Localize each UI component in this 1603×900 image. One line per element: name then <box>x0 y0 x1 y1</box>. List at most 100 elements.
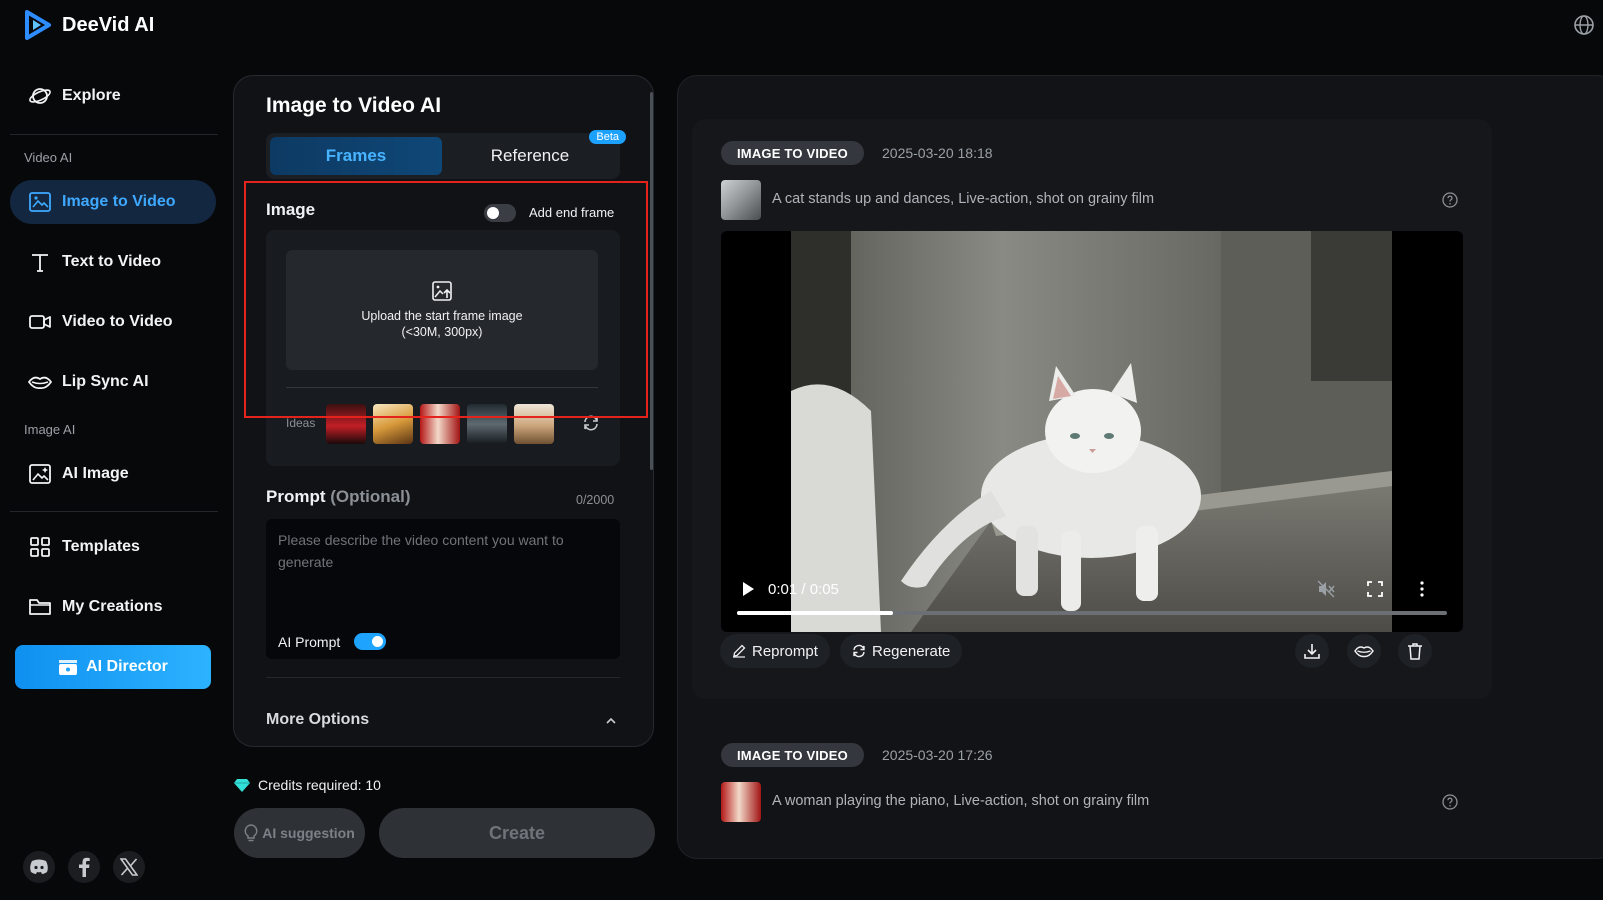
sidebar-item-label: AI Image <box>62 465 129 482</box>
result-type-badge: IMAGE TO VIDEO <box>721 141 864 165</box>
help-circle-icon[interactable] <box>1442 794 1458 810</box>
lips-icon <box>28 376 52 390</box>
reprompt-button[interactable]: Reprompt <box>720 634 830 668</box>
lightbulb-icon <box>244 824 258 842</box>
upload-instructions: Upload the start frame image (<30M, 300p… <box>361 308 522 340</box>
more-vertical-icon[interactable] <box>1413 580 1431 598</box>
lip-sync-button[interactable] <box>1347 634 1381 668</box>
result-source-thumbnail[interactable] <box>721 782 761 822</box>
upload-line-1: Upload the start frame image <box>361 309 523 323</box>
app: DeeVid AI Explore Video AI Image to Vide… <box>0 0 1603 900</box>
lips-icon <box>1354 646 1374 658</box>
sidebar-item-label: Video to Video <box>62 313 173 330</box>
ai-prompt-label: AI Prompt <box>278 634 341 650</box>
idea-thumbnail-piano[interactable] <box>420 404 460 444</box>
help-circle-icon[interactable] <box>1442 192 1458 208</box>
result-prompt-text: A woman playing the piano, Live-action, … <box>772 793 1150 809</box>
discord-icon <box>30 859 48 874</box>
result-source-thumbnail[interactable] <box>721 180 761 220</box>
sidebar-item-ai-image[interactable]: AI Image <box>10 452 216 496</box>
sidebar-item-label: Explore <box>62 87 121 104</box>
facebook-link[interactable] <box>68 851 100 883</box>
idea-thumbnail-woman-red[interactable] <box>326 404 366 444</box>
upload-start-frame-dropzone[interactable]: Upload the start frame image (<30M, 300p… <box>286 250 598 370</box>
sidebar-item-templates[interactable]: Templates <box>10 525 216 569</box>
image-section-label: Image <box>266 200 316 219</box>
download-button[interactable] <box>1295 634 1329 668</box>
discord-link[interactable] <box>23 851 55 883</box>
prompt-label: Prompt (Optional) <box>266 487 411 507</box>
idea-thumbnail-animal[interactable] <box>467 404 507 444</box>
refresh-ideas-icon[interactable] <box>582 414 600 432</box>
ai-prompt-toggle[interactable] <box>354 633 386 650</box>
upload-divider <box>286 387 598 388</box>
prompt-input[interactable] <box>278 529 608 609</box>
diamond-icon <box>234 779 250 792</box>
chevron-up-icon[interactable] <box>604 716 618 726</box>
form-scrollbar[interactable] <box>650 92 653 470</box>
result-type-badge: IMAGE TO VIDEO <box>721 743 864 767</box>
video-controls: 0:01 / 0:05 <box>721 562 1463 632</box>
credits-text: Credits required: 10 <box>258 777 381 793</box>
image-video-icon <box>29 192 51 212</box>
regenerate-label: Regenerate <box>872 642 951 660</box>
x-icon <box>120 858 138 876</box>
idea-thumbnail-portrait[interactable] <box>514 404 554 444</box>
add-end-frame-label: Add end frame <box>529 205 615 220</box>
facebook-icon <box>79 857 90 877</box>
sidebar-section-image: Image AI <box>24 422 76 437</box>
sidebar-item-label: Lip Sync AI <box>62 373 149 390</box>
x-link[interactable] <box>113 851 145 883</box>
prompt-optional-text: (Optional) <box>330 487 411 506</box>
video-time: 0:01 / 0:05 <box>768 581 839 598</box>
tab-reference[interactable]: Reference <box>444 137 616 175</box>
prompt-box: AI Prompt <box>266 519 620 659</box>
globe-icon[interactable] <box>1573 14 1595 36</box>
result-prompt-text: A cat stands up and dances, Live-action,… <box>772 191 1155 207</box>
ai-director-label: AI Director <box>86 658 168 675</box>
grid-icon <box>30 537 50 557</box>
sidebar-item-lip-sync[interactable]: Lip Sync AI <box>10 360 216 404</box>
download-icon <box>1304 644 1320 659</box>
mute-icon[interactable] <box>1317 580 1335 598</box>
ai-director-button[interactable]: AI Director <box>15 645 211 689</box>
more-options-toggle[interactable]: More Options <box>266 711 369 729</box>
brand[interactable]: DeeVid AI <box>24 10 154 40</box>
video-player[interactable]: 0:01 / 0:05 <box>721 231 1463 632</box>
idea-thumbnail-couple[interactable] <box>373 404 413 444</box>
video-camera-icon <box>29 315 51 329</box>
ai-suggestion-label: AI suggestion <box>262 825 355 841</box>
sidebar-divider <box>10 511 218 512</box>
sidebar-item-text-to-video[interactable]: Text to Video <box>10 240 216 284</box>
fullscreen-icon[interactable] <box>1366 580 1384 598</box>
sidebar-item-my-creations[interactable]: My Creations <box>10 585 216 629</box>
refresh-icon <box>853 644 865 658</box>
video-progress-bar[interactable] <box>737 611 1447 615</box>
add-end-frame-toggle[interactable] <box>484 204 516 222</box>
reprompt-label: Reprompt <box>752 642 818 660</box>
beta-badge: Beta <box>589 130 626 144</box>
sidebar-item-label: Text to Video <box>62 253 161 270</box>
prompt-char-count: 0/2000 <box>576 493 615 507</box>
brand-name: DeeVid AI <box>62 13 155 36</box>
prompt-label-text: Prompt <box>266 487 326 506</box>
sidebar-item-image-to-video[interactable]: Image to Video <box>10 180 216 224</box>
create-button[interactable]: Create <box>379 808 655 858</box>
video-progress-fill <box>737 611 894 615</box>
result-timestamp: 2025-03-20 18:18 <box>882 145 993 161</box>
clapperboard-icon <box>59 660 78 675</box>
upload-area: Upload the start frame image (<30M, 300p… <box>266 230 620 466</box>
delete-button[interactable] <box>1398 634 1432 668</box>
tab-frames[interactable]: Frames <box>270 137 442 175</box>
mode-tabs: Frames Reference Beta <box>266 130 626 179</box>
ideas-label: Ideas <box>286 416 316 430</box>
planet-icon <box>29 88 51 104</box>
upload-line-2: (<30M, 300px) <box>401 325 483 339</box>
sidebar-item-video-to-video[interactable]: Video to Video <box>10 300 216 344</box>
results-panel: IMAGE TO VIDEO 2025-03-20 18:18 A cat st… <box>677 75 1603 859</box>
ai-suggestion-button[interactable]: AI suggestion <box>234 808 365 858</box>
play-icon[interactable] <box>739 580 757 598</box>
sidebar-item-explore[interactable]: Explore <box>10 74 216 118</box>
regenerate-button[interactable]: Regenerate <box>840 634 963 668</box>
image-upload-icon <box>432 281 452 301</box>
